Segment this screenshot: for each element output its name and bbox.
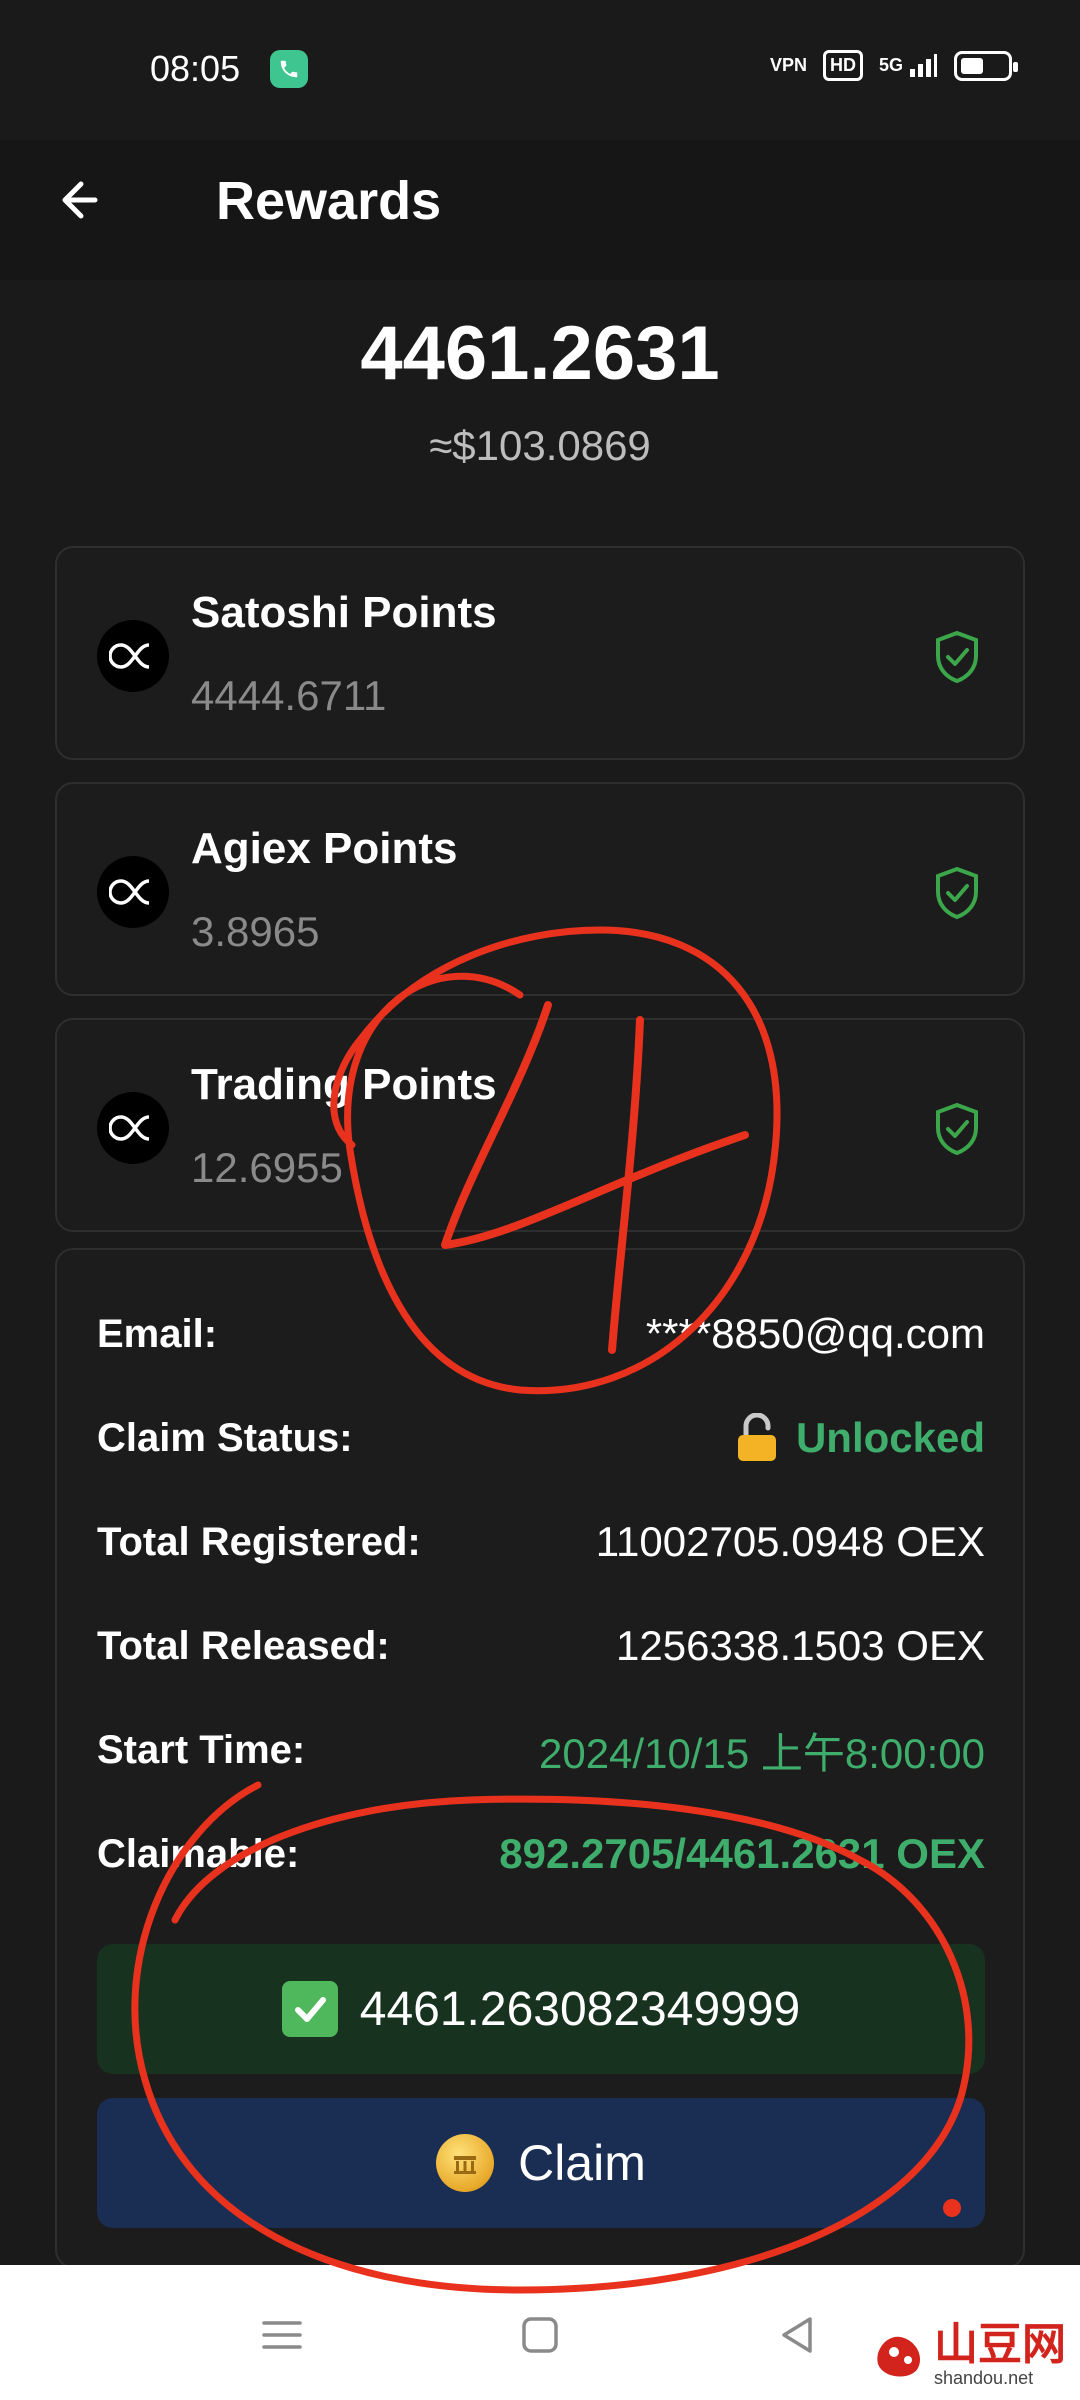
points-card-agiex: Agiex Points 3.8965 xyxy=(55,782,1025,996)
hd-icon: HD xyxy=(822,50,863,81)
shield-check-icon xyxy=(936,630,978,684)
point-name: Agiex Points xyxy=(191,824,458,873)
claim-result-box: 4461.263082349999 xyxy=(97,1944,985,2074)
start-time-row: Start Time: 2024/10/15 上午8:00:00 xyxy=(97,1720,985,1780)
start-time-label: Start Time: xyxy=(97,1727,306,1772)
shield-check-icon xyxy=(936,1102,978,1156)
claim-status: Unlocked xyxy=(734,1413,985,1463)
battery-icon xyxy=(954,50,1018,81)
system-nav-bar: 山豆网 shandou.net xyxy=(0,2265,1080,2400)
oex-logo-icon xyxy=(97,620,169,692)
claimable-label: Claimable: xyxy=(97,1831,300,1876)
claim-status-label: Claim Status: xyxy=(97,1415,353,1460)
watermark-icon xyxy=(877,2336,921,2377)
oex-logo-icon xyxy=(97,1092,169,1164)
status-bar: 08:05 VPN HD 5G xyxy=(0,0,1080,140)
menu-icon[interactable] xyxy=(252,2305,312,2365)
email-row: Email: ****8850@qq.com xyxy=(97,1304,985,1364)
claim-button[interactable]: Claim xyxy=(97,2098,985,2228)
watermark-url: shandou.net xyxy=(934,2368,1034,2388)
phone-call-icon xyxy=(270,50,308,88)
total-registered-label: Total Registered: xyxy=(97,1519,421,1564)
points-card-satoshi: Satoshi Points 4444.6711 xyxy=(55,546,1025,760)
start-time-value: 2024/10/15 上午8:00:00 xyxy=(538,1729,985,1777)
oex-logo-icon xyxy=(97,856,169,928)
total-registered-row: Total Registered: 11002705.0948 OEX xyxy=(97,1512,985,1572)
claim-result-value: 4461.263082349999 xyxy=(359,1982,801,2036)
network-label: 5G xyxy=(878,54,903,75)
app-header: Rewards xyxy=(0,140,1080,280)
email-value: ****8850@qq.com xyxy=(645,1310,985,1357)
claim-button-label: Claim xyxy=(518,2135,646,2191)
total-released-label: Total Released: xyxy=(97,1623,390,1668)
status-icons: VPN HD 5G xyxy=(769,50,1018,81)
total-usd-value: ≈$103.0869 xyxy=(429,422,651,469)
point-value: 4444.6711 xyxy=(191,672,387,719)
status-time: 08:05 xyxy=(150,48,241,89)
claimable-row: Claimable: 892.2705/4461.2631 OEX xyxy=(97,1824,985,1884)
total-released-row: Total Released: 1256338.1503 OEX xyxy=(97,1616,985,1676)
claim-info-panel: Email: ****8850@qq.com Claim Status: Unl… xyxy=(55,1248,1025,2268)
signal-5g-icon: 5G xyxy=(879,53,938,79)
vpn-icon: VPN xyxy=(769,55,807,75)
point-name: Trading Points xyxy=(191,1060,497,1109)
watermark-text: 山豆网 xyxy=(934,2320,1066,2369)
claimable-value: 892.2705/4461.2631 OEX xyxy=(499,1830,985,1877)
watermark-logo: 山豆网 shandou.net xyxy=(870,2322,1066,2388)
points-card-trading: Trading Points 12.6955 xyxy=(55,1018,1025,1232)
shield-check-icon xyxy=(936,866,978,920)
check-mark-icon xyxy=(281,1981,338,2037)
unlocked-lock-icon xyxy=(737,1413,776,1461)
total-registered-value: 11002705.0948 OEX xyxy=(595,1518,985,1565)
back-triangle-icon[interactable] xyxy=(768,2305,828,2365)
point-value: 12.6955 xyxy=(191,1144,343,1191)
total-points: 4461.2631 xyxy=(360,311,720,396)
home-icon[interactable] xyxy=(510,2305,570,2365)
point-name: Satoshi Points xyxy=(191,588,497,637)
claim-status-row: Claim Status: Unlocked xyxy=(97,1408,985,1468)
email-label: Email: xyxy=(97,1311,218,1356)
point-value: 3.8965 xyxy=(191,908,320,955)
page-title: Rewards xyxy=(216,171,442,231)
coin-icon xyxy=(436,2134,495,2192)
total-released-value: 1256338.1503 OEX xyxy=(616,1622,985,1669)
arrow-left-icon[interactable] xyxy=(55,170,115,230)
claim-status-value: Unlocked xyxy=(795,1414,985,1461)
